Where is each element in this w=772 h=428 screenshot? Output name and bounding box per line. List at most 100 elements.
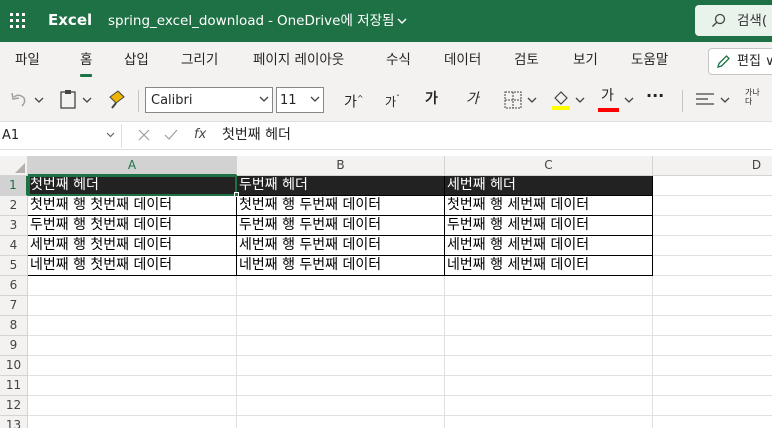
cell-b1[interactable]: 두번째 헤더 — [237, 176, 445, 196]
cell-a5[interactable]: 네번째 행 첫번째 데이터 — [28, 256, 237, 276]
row-header-9[interactable]: 9 — [0, 336, 28, 356]
search-box[interactable]: 검색( — [695, 5, 772, 36]
cell-b2[interactable]: 첫번째 행 두번째 데이터 — [237, 196, 445, 216]
row-header-11[interactable]: 11 — [0, 376, 28, 396]
empty-cell[interactable] — [237, 276, 445, 296]
tab-view[interactable]: 보기 — [573, 51, 598, 69]
empty-cell[interactable] — [653, 336, 772, 356]
cell-c4[interactable]: 세번째 행 세번째 데이터 — [445, 236, 653, 256]
bold-button[interactable]: 가 — [425, 89, 438, 109]
tab-insert[interactable]: 삽입 — [124, 51, 149, 69]
empty-cell[interactable] — [28, 316, 237, 336]
decrease-font-size-button[interactable]: 가ˇ — [385, 89, 400, 112]
fill-handle[interactable] — [234, 192, 239, 197]
row-header-1[interactable]: 1 — [0, 176, 28, 196]
row-header-4[interactable]: 4 — [0, 236, 28, 256]
column-header-c[interactable]: C — [445, 156, 653, 176]
empty-cell[interactable] — [445, 416, 653, 428]
cell-b3[interactable]: 두번째 행 두번째 데이터 — [237, 216, 445, 236]
cell-b5[interactable]: 네번째 행 두번째 데이터 — [237, 256, 445, 276]
cell-d2[interactable] — [653, 196, 772, 216]
empty-cell[interactable] — [237, 376, 445, 396]
chevron-down-icon[interactable] — [624, 97, 634, 104]
tab-file[interactable]: 파일 — [15, 51, 40, 69]
column-header-b[interactable]: B — [237, 156, 445, 176]
empty-cell[interactable] — [237, 396, 445, 416]
empty-cell[interactable] — [28, 296, 237, 316]
tab-page-layout[interactable]: 페이지 레이아웃 — [253, 51, 344, 69]
enter-icon[interactable] — [164, 129, 178, 141]
empty-cell[interactable] — [237, 296, 445, 316]
cell-c3[interactable]: 두번째 행 세번째 데이터 — [445, 216, 653, 236]
font-size-select[interactable]: 11 — [276, 87, 324, 113]
row-header-2[interactable]: 2 — [0, 196, 28, 216]
wrap-text-button[interactable]: 가나다 — [745, 88, 767, 106]
increase-font-size-button[interactable]: 가^ — [344, 89, 364, 113]
column-header-a[interactable]: A — [28, 156, 237, 176]
edit-mode-button[interactable]: 편집 ∨ — [708, 48, 772, 75]
row-header-6[interactable]: 6 — [0, 276, 28, 296]
tab-home[interactable]: 홈 — [80, 51, 93, 77]
empty-cell[interactable] — [653, 356, 772, 376]
worksheet-grid[interactable]: A B C D 1 2 3 4 5 6 7 8 9 10 11 12 13 첫번… — [0, 150, 772, 428]
row-header-13[interactable]: 13 — [0, 416, 28, 428]
cell-d5[interactable] — [653, 256, 772, 276]
empty-cell[interactable] — [653, 396, 772, 416]
cell-a3[interactable]: 두번째 행 첫번째 데이터 — [28, 216, 237, 236]
empty-cell[interactable] — [653, 296, 772, 316]
app-launcher-icon[interactable] — [10, 13, 26, 29]
row-header-5[interactable]: 5 — [0, 256, 28, 276]
tab-draw[interactable]: 그리기 — [181, 51, 218, 69]
chevron-down-icon[interactable] — [527, 97, 537, 104]
formula-input[interactable]: 첫번째 헤더 — [222, 126, 291, 144]
empty-cell[interactable] — [237, 336, 445, 356]
empty-cell[interactable] — [237, 416, 445, 428]
row-header-8[interactable]: 8 — [0, 316, 28, 336]
italic-button[interactable]: 가 — [466, 89, 479, 109]
empty-cell[interactable] — [28, 416, 237, 428]
select-all-corner[interactable] — [0, 156, 28, 176]
cell-c5[interactable]: 네번째 행 세번째 데이터 — [445, 256, 653, 276]
cell-c1[interactable]: 세번째 헤더 — [445, 176, 653, 196]
cell-b4[interactable]: 세번째 행 두번째 데이터 — [237, 236, 445, 256]
empty-cell[interactable] — [445, 356, 653, 376]
column-header-d[interactable]: D — [653, 156, 772, 176]
empty-cell[interactable] — [445, 336, 653, 356]
empty-cell[interactable] — [445, 276, 653, 296]
empty-cell[interactable] — [653, 376, 772, 396]
empty-cell[interactable] — [445, 376, 653, 396]
paste-icon[interactable] — [59, 89, 77, 109]
name-box[interactable]: A1 — [0, 124, 122, 148]
empty-cell[interactable] — [445, 316, 653, 336]
chevron-down-icon[interactable] — [82, 97, 92, 104]
tab-help[interactable]: 도움말 — [631, 51, 668, 69]
format-painter-icon[interactable] — [107, 89, 127, 109]
more-font-options-button[interactable]: ··· — [646, 86, 664, 106]
cell-d3[interactable] — [653, 216, 772, 236]
row-header-12[interactable]: 12 — [0, 396, 28, 416]
empty-cell[interactable] — [28, 376, 237, 396]
undo-icon[interactable] — [9, 90, 29, 110]
font-name-select[interactable]: Calibri — [145, 87, 273, 113]
cancel-icon[interactable] — [138, 129, 150, 141]
tab-data[interactable]: 데이터 — [444, 51, 481, 69]
chevron-down-icon[interactable] — [575, 97, 585, 104]
tab-review[interactable]: 검토 — [514, 51, 539, 69]
empty-cell[interactable] — [445, 296, 653, 316]
empty-cell[interactable] — [237, 316, 445, 336]
empty-cell[interactable] — [653, 416, 772, 428]
borders-icon[interactable] — [504, 91, 522, 109]
cell-d4[interactable] — [653, 236, 772, 256]
empty-cell[interactable] — [653, 316, 772, 336]
tab-formulas[interactable]: 수식 — [386, 51, 411, 69]
chevron-down-icon[interactable] — [34, 97, 44, 104]
empty-cell[interactable] — [28, 276, 237, 296]
align-left-icon[interactable] — [695, 91, 715, 109]
row-header-10[interactable]: 10 — [0, 356, 28, 376]
app-name[interactable]: Excel — [48, 10, 92, 30]
cell-a4[interactable]: 세번째 행 첫번째 데이터 — [28, 236, 237, 256]
empty-cell[interactable] — [653, 276, 772, 296]
document-title[interactable]: spring_excel_download - OneDrive에 저장됨 — [108, 11, 407, 31]
empty-cell[interactable] — [445, 396, 653, 416]
cell-d1[interactable] — [653, 176, 772, 196]
